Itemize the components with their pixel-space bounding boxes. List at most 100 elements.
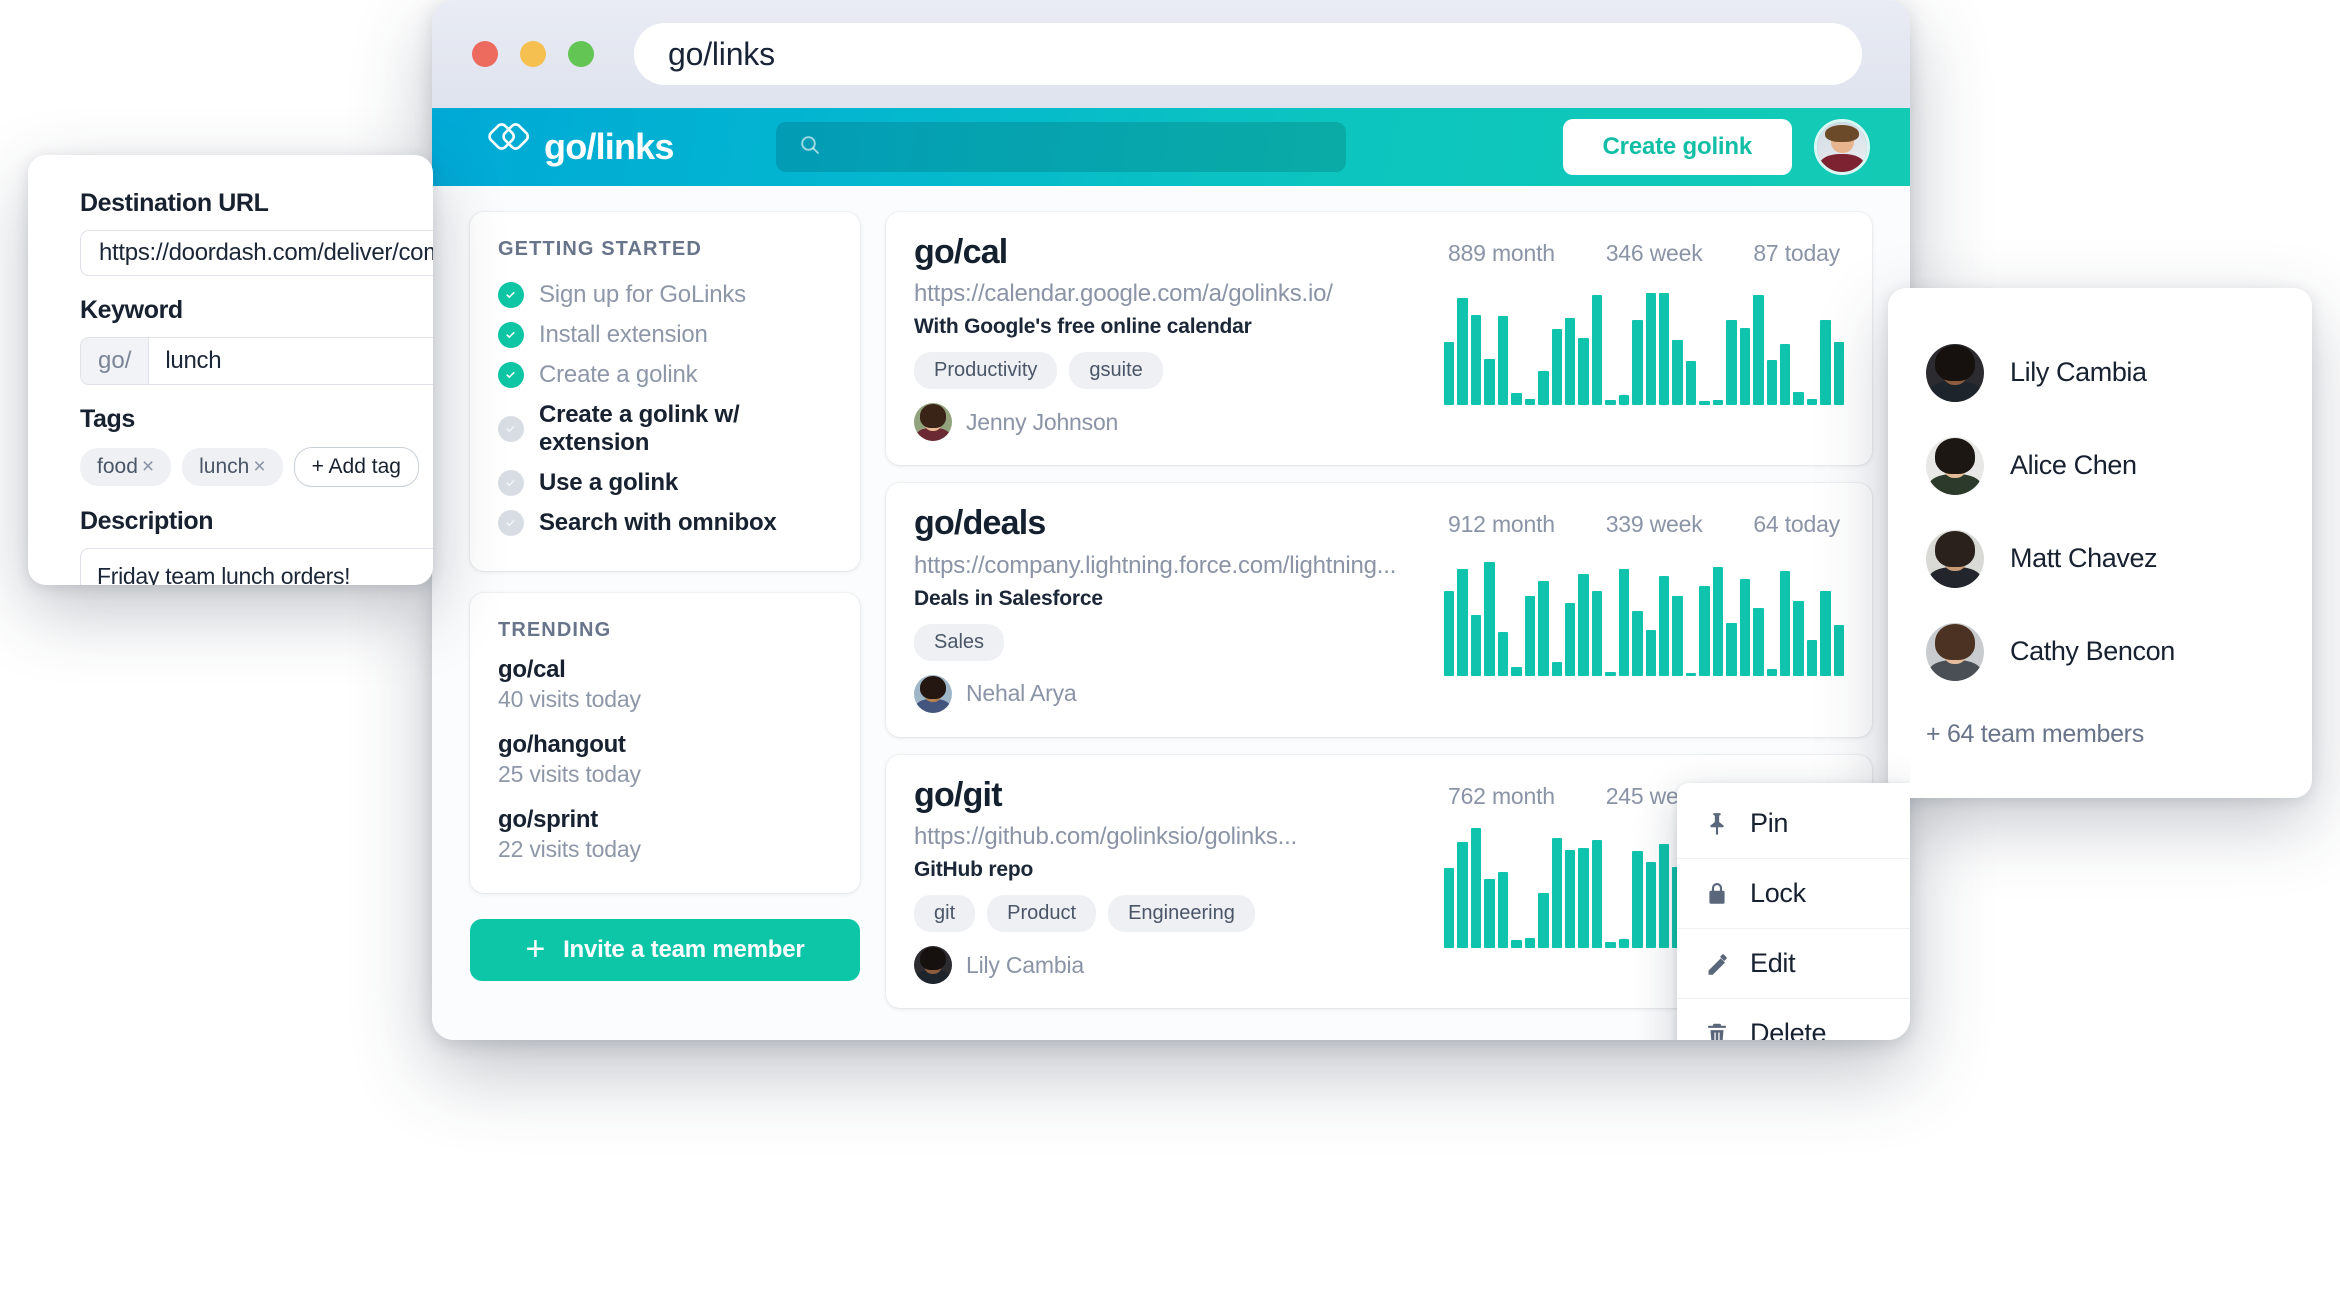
keyword-prefix: go/ xyxy=(81,338,150,384)
trash-icon xyxy=(1703,1021,1731,1040)
address-bar[interactable]: go/links xyxy=(634,23,1862,85)
golinks-diamonds-logo-icon xyxy=(484,122,530,173)
trending-item-visits: 25 visits today xyxy=(498,761,641,787)
trending-item[interactable]: go/hangout 25 visits today xyxy=(498,731,832,788)
golink-description: GitHub repo xyxy=(914,858,1034,882)
getting-started-item-label: Create a golink xyxy=(539,361,698,388)
pin-icon xyxy=(1703,811,1731,837)
team-member-row[interactable]: Alice Chen xyxy=(1926,419,2312,512)
getting-started-item[interactable]: Sign up for GoLinks xyxy=(498,275,832,315)
check-empty-icon xyxy=(498,416,524,442)
link-context-menu[interactable]: PinLockEditDeleteView history xyxy=(1677,783,1910,1040)
destination-url-label: Destination URL xyxy=(80,189,269,217)
golink-owner-name: Nehal Arya xyxy=(966,680,1077,707)
invite-team-member-button[interactable]: + Invite a team member xyxy=(470,919,860,981)
golink-owner-name: Jenny Johnson xyxy=(966,408,1119,435)
getting-started-item[interactable]: Use a golink xyxy=(498,463,832,503)
trending-item-visits: 40 visits today xyxy=(498,686,641,712)
golink-url[interactable]: https://calendar.google.com/a/golinks.io… xyxy=(914,280,1424,308)
getting-started-item[interactable]: Search with omnibox xyxy=(498,503,832,543)
golink-owner-name: Lily Cambia xyxy=(966,951,1084,978)
description-label: Description xyxy=(80,507,214,535)
golink-card[interactable]: go/cal https://calendar.google.com/a/goli… xyxy=(886,212,1872,466)
golink-tag[interactable]: gsuite xyxy=(1069,352,1163,390)
team-member-row[interactable]: Lily Cambia xyxy=(1926,326,2312,419)
close-window-button[interactable] xyxy=(472,41,498,67)
team-members-panel: Lily Cambia Alice Chen Matt Chavez Cathy Be… xyxy=(1888,288,2312,798)
team-member-row[interactable]: Cathy Bencon xyxy=(1926,605,2312,698)
golink-owner: Nehal Arya xyxy=(914,674,1424,713)
close-x-icon[interactable]: × xyxy=(253,455,265,478)
avatar xyxy=(1926,343,1984,402)
avatar xyxy=(914,674,952,713)
search-icon xyxy=(798,133,822,162)
getting-started-item[interactable]: Create a golink w/ extension xyxy=(498,395,832,463)
trending-item-visits: 22 visits today xyxy=(498,836,641,862)
getting-started-item[interactable]: Create a golink xyxy=(498,355,832,395)
golink-title[interactable]: go/deals xyxy=(914,504,1424,542)
golink-url[interactable]: https://github.com/golinksio/golinks... xyxy=(914,823,1424,851)
context-menu-item-edit[interactable]: Edit xyxy=(1677,929,1910,999)
getting-started-item[interactable]: Install extension xyxy=(498,315,832,355)
golink-tags: Productivity gsuite xyxy=(914,352,1424,390)
plus-icon: + xyxy=(525,929,546,968)
add-tag-button[interactable]: + Add tag xyxy=(293,447,419,487)
golink-stats: 912 month 339 week 64 today xyxy=(1444,505,1844,538)
avatar[interactable] xyxy=(1814,119,1870,175)
trending-item[interactable]: go/sprint 22 visits today xyxy=(498,806,832,863)
team-member-name: Lily Cambia xyxy=(2010,357,2147,387)
keyword-field[interactable]: go/ lunch xyxy=(80,337,433,385)
stat-month: 912 month xyxy=(1448,511,1555,538)
description-input[interactable]: Friday team lunch orders! xyxy=(80,548,433,585)
getting-started-item-label: Sign up for GoLinks xyxy=(539,281,746,308)
context-menu-item-pin[interactable]: Pin xyxy=(1677,789,1910,859)
golink-tag[interactable]: Product xyxy=(987,895,1097,933)
context-menu-item-delete[interactable]: Delete xyxy=(1677,999,1910,1040)
keyword-input[interactable]: lunch xyxy=(149,338,221,384)
brand-name: go/links xyxy=(544,126,674,167)
tags-label: Tags xyxy=(80,405,135,433)
trending-item-name: go/sprint xyxy=(498,806,598,833)
golink-tags: git Product Engineering xyxy=(914,895,1424,933)
team-member-row[interactable]: Matt Chavez xyxy=(1926,512,2312,605)
create-golink-button[interactable]: Create golink xyxy=(1562,119,1792,175)
golink-title[interactable]: go/git xyxy=(914,776,1424,814)
avatar xyxy=(914,946,952,985)
golink-tag[interactable]: Engineering xyxy=(1108,895,1255,933)
form-tag[interactable]: lunch × xyxy=(182,448,283,486)
invite-label: Invite a team member xyxy=(563,936,805,963)
avatar xyxy=(914,403,952,442)
golink-card[interactable]: go/deals https://company.lightning.force.… xyxy=(886,483,1872,737)
golink-stats: 889 month 346 week 87 today xyxy=(1444,234,1844,267)
search-input[interactable] xyxy=(775,122,1346,172)
browser-title-bar: go/links xyxy=(432,0,1910,108)
context-menu-item-lock[interactable]: Lock xyxy=(1677,859,1910,929)
golink-description: With Google's free online calendar xyxy=(914,315,1252,339)
getting-started-item-label: Install extension xyxy=(539,321,708,348)
form-tag[interactable]: food × xyxy=(80,448,172,486)
window-traffic-lights xyxy=(472,41,594,67)
destination-url-input[interactable]: https://doordash.com/deliver/comp xyxy=(80,230,433,276)
maximize-window-button[interactable] xyxy=(568,41,594,67)
trending-item[interactable]: go/cal 40 visits today xyxy=(498,656,832,713)
minimize-window-button[interactable] xyxy=(520,41,546,67)
golink-sparkline-chart xyxy=(1444,283,1845,405)
getting-started-item-label: Create a golink w/ extension xyxy=(539,401,740,456)
stat-today: 64 today xyxy=(1753,511,1840,538)
app-header: go/links Create golink xyxy=(432,108,1910,186)
close-x-icon[interactable]: × xyxy=(142,455,154,478)
context-menu-item-label: Lock xyxy=(1750,878,1806,908)
golink-tags: Sales xyxy=(914,623,1424,661)
golink-tag[interactable]: Sales xyxy=(914,623,1005,661)
getting-started-list: Sign up for GoLinks Install extension Crea… xyxy=(498,275,832,543)
team-member-name: Matt Chavez xyxy=(2010,543,2158,573)
golink-tag[interactable]: git xyxy=(914,895,976,933)
golink-url[interactable]: https://company.lightning.force.com/ligh… xyxy=(914,552,1424,580)
stat-today: 87 today xyxy=(1753,240,1840,266)
avatar xyxy=(1926,529,1984,588)
golink-tag[interactable]: Productivity xyxy=(914,352,1058,390)
brand-logo[interactable]: go/links xyxy=(484,122,674,173)
golink-description: Deals in Salesforce xyxy=(914,586,1103,610)
getting-started-title: GETTING STARTED xyxy=(498,238,702,260)
golink-title[interactable]: go/cal xyxy=(914,233,1424,271)
